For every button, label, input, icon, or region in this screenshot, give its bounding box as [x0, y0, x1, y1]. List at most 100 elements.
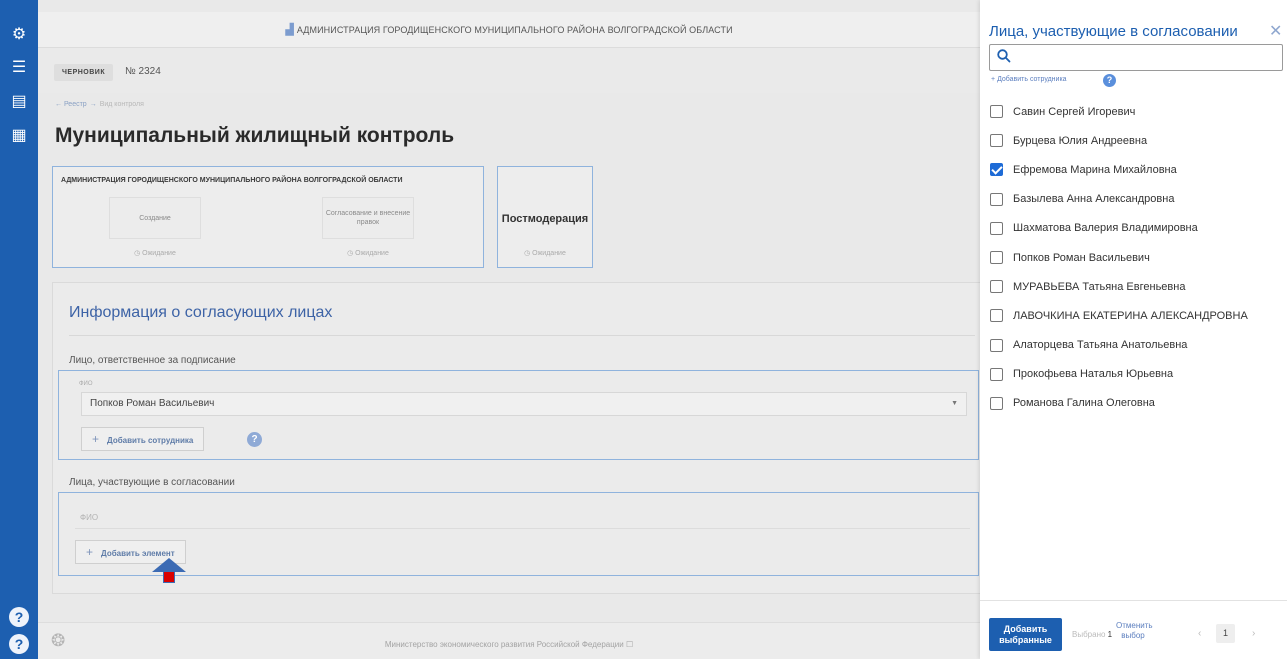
list-item[interactable]: Попков Роман Васильевич — [990, 243, 1280, 272]
signer-select[interactable]: Попков Роман Васильевич ▼ — [81, 392, 967, 416]
panel-footer: Добавить выбранные Выбрано 1 Отменить вы… — [980, 600, 1287, 659]
page-footer: ❂ Министерство экономического развития Р… — [38, 622, 980, 659]
stage-approval-status: ◷ Ожидание — [347, 250, 389, 257]
participants-fio-header: ФИО — [80, 513, 99, 522]
footer-text[interactable]: Министерство экономического развития Рос… — [38, 640, 980, 649]
left-rail: ⚙ ☰ ▤ ▦ ? ? — [0, 0, 38, 659]
org-title: АДМИНИСТРАЦИЯ ГОРОДИЩЕНСКОГО МУНИЦИПАЛЬН… — [296, 25, 733, 35]
list-item[interactable]: Алаторцева Татьяна Анатольевна — [990, 331, 1280, 360]
document-number: № 2324 — [125, 66, 161, 77]
selected-count: Выбрано 1 — [1072, 630, 1112, 639]
participants-group: ФИО + Добавить элемент — [58, 492, 979, 576]
pager-page[interactable]: 1 — [1216, 624, 1235, 643]
grid-icon[interactable]: ▦ — [8, 125, 30, 147]
list-item[interactable]: Ефремова Марина Михайловна — [990, 155, 1280, 184]
support-icon[interactable]: ? — [9, 634, 29, 654]
breadcrumb: ← Реестр → Вид контроля — [55, 101, 144, 108]
document-icon[interactable]: ▤ — [8, 91, 30, 113]
help-icon[interactable]: ? — [9, 607, 29, 627]
list-item-label: Бурцева Юлия Андреевна — [1013, 134, 1148, 147]
postmoderation-label: Постмодерация — [501, 213, 589, 225]
stage-create[interactable]: Создание — [109, 197, 201, 239]
checkbox[interactable] — [990, 280, 1003, 294]
close-icon[interactable]: ✕ — [1269, 21, 1282, 41]
chevron-right-icon[interactable]: › — [1252, 628, 1255, 639]
add-employee-label: Добавить сотрудника — [107, 436, 194, 445]
plus-icon: + — [92, 432, 100, 446]
list-item[interactable]: Шахматова Валерия Владимировна — [990, 214, 1280, 243]
panel-title: Лица, участвующие в согласовании — [989, 23, 1238, 40]
list-item-label: МУРАВЬЕВА Татьяна Евгеньевна — [1013, 280, 1186, 293]
list-item[interactable]: Бурцева Юлия Андреевна — [990, 126, 1280, 155]
pointer-arrow-icon — [152, 558, 186, 572]
status-badge: ЧЕРНОВИК — [54, 64, 114, 81]
chevron-left-icon[interactable]: ‹ — [1198, 628, 1201, 639]
pointer-arrow-stem — [163, 571, 175, 583]
signer-label: Лицо, ответственное за подписание — [69, 355, 236, 366]
cancel-selection-link[interactable]: Отменить выбор — [1116, 621, 1153, 641]
checkbox[interactable] — [990, 309, 1003, 323]
search-icon — [997, 49, 1011, 63]
checkbox[interactable] — [990, 192, 1003, 206]
search-input[interactable] — [989, 44, 1283, 71]
plus-icon: + — [991, 76, 996, 83]
checkbox[interactable] — [990, 251, 1003, 265]
checkbox[interactable] — [990, 134, 1003, 148]
signer-fio-label: ФИО — [79, 381, 93, 387]
list-item[interactable]: Романова Галина Олеговна — [990, 389, 1280, 418]
list-item-label: Базылева Анна Александровна — [1013, 193, 1175, 206]
divider — [69, 335, 975, 336]
caret-down-icon[interactable]: ▼ — [951, 393, 958, 415]
stages-org-title: АДМИНИСТРАЦИЯ ГОРОДИЩЕНСКОГО МУНИЦИПАЛЬН… — [61, 177, 403, 184]
stage-create-status: ◷ Ожидание — [134, 250, 176, 257]
list-item[interactable]: Базылева Анна Александровна — [990, 185, 1280, 214]
breadcrumb-separator: → — [89, 101, 97, 108]
list-item-label: Шахматова Валерия Владимировна — [1013, 222, 1198, 235]
help-icon[interactable]: ? — [247, 432, 262, 447]
list-item[interactable]: МУРАВЬЕВА Татьяна Евгеньевна — [990, 272, 1280, 301]
main-area: ▟ АДМИНИСТРАЦИЯ ГОРОДИЩЕНСКОГО МУНИЦИПАЛЬ… — [38, 0, 980, 659]
plus-icon: + — [86, 545, 94, 559]
divider — [75, 528, 970, 529]
signer-value: Попков Роман Васильевич — [90, 398, 215, 409]
checkbox[interactable] — [990, 338, 1003, 352]
gear-icon[interactable]: ⚙ — [8, 24, 30, 46]
selected-text: Выбрано — [1072, 630, 1106, 639]
page-title: Муниципальный жилищный контроль — [55, 124, 455, 147]
stage-approval[interactable]: Согласование и внесение правок — [322, 197, 414, 239]
add-selected-button[interactable]: Добавить выбранные — [989, 618, 1062, 651]
selected-number: 1 — [1107, 630, 1113, 639]
approvers-title: Информация о согласующих лицах — [69, 304, 333, 321]
signer-group: ФИО Попков Роман Васильевич ▼ + Добавить … — [58, 370, 979, 460]
checkbox[interactable] — [990, 221, 1003, 235]
checkbox[interactable] — [990, 367, 1003, 381]
list-item[interactable]: Савин Сергей Игоревич — [990, 97, 1280, 126]
help-icon[interactable]: ? — [1103, 74, 1116, 87]
approvers-card: Информация о согласующих лицах Лицо, отв… — [52, 282, 980, 594]
add-employee-button[interactable]: + Добавить сотрудника — [81, 427, 205, 451]
checkbox[interactable] — [990, 396, 1003, 410]
list-item-label: Попков Роман Васильевич — [1013, 251, 1150, 264]
breadcrumb-registry[interactable]: ← Реестр — [55, 101, 87, 108]
top-bar: ▟ АДМИНИСТРАЦИЯ ГОРОДИЩЕНСКОГО МУНИЦИПАЛЬ… — [38, 12, 980, 48]
list-item-label: Алаторцева Татьяна Анатольевна — [1013, 339, 1188, 352]
breadcrumb-current: Вид контроля — [99, 101, 144, 108]
list-icon[interactable]: ☰ — [8, 57, 30, 79]
panel-add-employee-label: Добавить сотрудника — [997, 76, 1067, 83]
participants-panel: Лица, участвующие в согласовании ✕ + Доба… — [980, 0, 1287, 659]
list-item-label: Савин Сергей Игоревич — [1013, 105, 1136, 118]
checkbox[interactable] — [990, 105, 1003, 119]
list-item-label: Ефремова Марина Михайловна — [1013, 163, 1177, 176]
list-item[interactable]: Прокофьева Наталья Юрьевна — [990, 360, 1280, 389]
list-item-label: Романова Галина Олеговна — [1013, 397, 1155, 410]
list-item[interactable]: ЛАВОЧКИНА ЕКАТЕРИНА АЛЕКСАНДРОВНА — [990, 301, 1280, 330]
list-item-label: Прокофьева Наталья Юрьевна — [1013, 368, 1174, 381]
building-icon: ▟ — [285, 24, 294, 36]
checkbox-checked[interactable] — [990, 163, 1003, 177]
employee-list: Савин Сергей Игоревич Бурцева Юлия Андрее… — [990, 97, 1280, 418]
list-item-label: ЛАВОЧКИНА ЕКАТЕРИНА АЛЕКСАНДРОВНА — [1013, 309, 1248, 322]
add-element-label: Добавить элемент — [101, 549, 175, 558]
panel-add-employee-link[interactable]: + Добавить сотрудника — [991, 76, 1067, 83]
document-bar: ЧЕРНОВИК № 2324 — [38, 48, 980, 93]
stage-postmoderation[interactable]: Постмодерация ◷ Ожидание — [497, 166, 593, 268]
